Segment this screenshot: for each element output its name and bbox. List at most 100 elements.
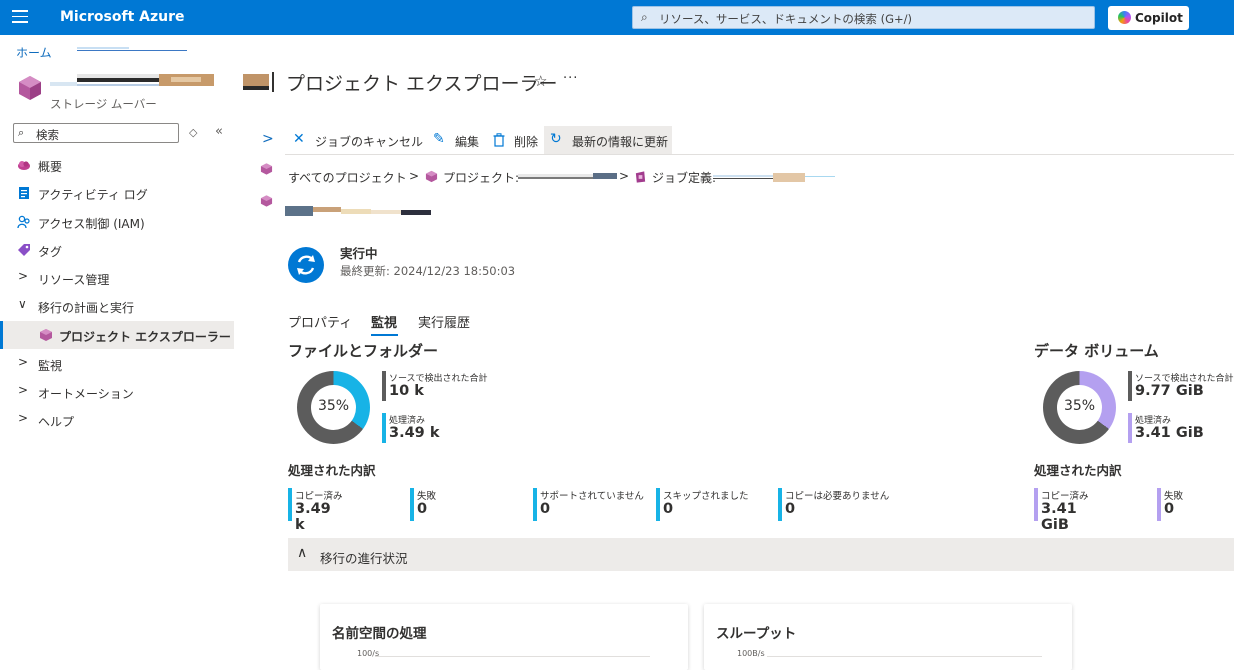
sidebar-item-label: ヘルプ	[38, 415, 75, 429]
volume-detected-metric: ソースで検出された合計 9.77 GiB	[1128, 371, 1234, 403]
cancel-job-button[interactable]: ✕ ジョブのキャンセル	[287, 126, 427, 154]
job-cube-icon[interactable]	[260, 194, 273, 208]
breadcrumb-project[interactable]: プロジェクト:	[443, 169, 519, 186]
breakdown-value: 3.49 k	[295, 501, 331, 533]
breakdown-value: 0	[663, 501, 674, 517]
global-search-input[interactable]: ⌕ リソース、サービス、ドキュメントの検索 (G+/)	[632, 6, 1095, 29]
page-title: プロジェクト エクスプローラー	[286, 73, 558, 95]
log-icon	[19, 187, 29, 199]
files-section-title: ファイルとフォルダー	[288, 342, 439, 360]
refresh-button[interactable]: ↻ 最新の情報に更新	[544, 126, 672, 154]
chevron-down-icon: ∨	[18, 297, 27, 311]
storage-mover-icon	[19, 76, 41, 100]
pencil-icon: ✎	[433, 131, 445, 147]
sidebar-item-label: オートメーション	[38, 387, 134, 401]
volume-processed-value: 3.41 GiB	[1135, 425, 1204, 441]
tab-run-history[interactable]: 実行履歴	[418, 312, 470, 331]
brand-title[interactable]: Microsoft Azure	[60, 9, 185, 25]
files-processed-value: 3.49 k	[389, 425, 440, 441]
chevron-right-icon: >	[18, 269, 29, 283]
edit-label: 編集	[455, 135, 480, 149]
sidebar-item-monitoring[interactable]: > 監視	[0, 350, 234, 378]
files-detected-metric: ソースで検出された合計 10 k	[382, 371, 512, 403]
gridline	[767, 656, 1042, 657]
volume-donut-chart: 35%	[1043, 371, 1116, 444]
migration-progress-toggle[interactable]: ∧ 移行の進行状況	[288, 538, 1234, 571]
people-icon	[17, 215, 30, 229]
breadcrumb-separator-icon: >	[409, 169, 420, 183]
copilot-button[interactable]: Copilot	[1108, 6, 1189, 30]
refresh-label: 最新の情報に更新	[572, 135, 669, 149]
breakdown-label: サポートされていません	[540, 491, 644, 502]
favorite-star-icon[interactable]: ☆	[534, 72, 547, 90]
breakdown-value: 0	[1164, 501, 1175, 517]
sidebar-item-label: 概要	[38, 160, 63, 174]
breadcrumb-home[interactable]: ホーム	[16, 44, 52, 61]
breadcrumb-all-projects[interactable]: すべてのプロジェクト	[288, 169, 407, 186]
breakdown-label: コピー済み	[295, 491, 343, 502]
sidebar-item-project-explorer[interactable]: プロジェクト エクスプローラー	[0, 321, 234, 349]
sidebar-item-label: 移行の計画と実行	[38, 301, 135, 315]
chevron-right-icon: >	[18, 383, 29, 397]
global-search-placeholder: リソース、サービス、ドキュメントの検索 (G+/)	[659, 12, 912, 26]
files-detected-value: 10 k	[389, 383, 424, 399]
volume-breakdown-title: 処理された内訳	[1034, 463, 1122, 478]
tab-properties[interactable]: プロパティ	[288, 312, 352, 331]
edit-button[interactable]: ✎ 編集	[427, 126, 485, 154]
refresh-icon: ↻	[550, 131, 562, 147]
copilot-label: Copilot	[1135, 11, 1183, 25]
resource-type: ストレージ ムーバー	[50, 97, 157, 111]
active-tab-indicator	[371, 334, 398, 336]
more-options-icon[interactable]: ···	[563, 71, 578, 86]
menu-icon[interactable]	[12, 10, 28, 24]
search-icon: ⌕	[641, 10, 648, 24]
sidebar-item-resource-management[interactable]: > リソース管理	[0, 264, 234, 292]
sidebar-item-label: タグ	[38, 245, 63, 259]
sidebar-item-tags[interactable]: タグ	[0, 236, 234, 264]
volume-section-title: データ ボリューム	[1034, 342, 1159, 360]
status-last-updated: 最終更新: 2024/12/23 18:50:03	[340, 264, 516, 278]
project-cube-icon[interactable]	[260, 162, 273, 176]
breadcrumb-job-definition[interactable]: ジョブ定義:	[652, 169, 716, 186]
breakdown-label: 失敗	[417, 491, 437, 502]
active-indicator	[0, 321, 3, 349]
sidebar-item-label: アクセス制御 (IAM)	[38, 217, 145, 231]
sidebar-item-activity-log[interactable]: アクティビティ ログ	[0, 179, 234, 207]
sidebar-search-input[interactable]: ⌕ 検索	[13, 123, 179, 143]
tab-monitoring[interactable]: 監視	[371, 312, 397, 331]
delete-button[interactable]: 削除	[487, 126, 543, 154]
sidebar-search-placeholder: 検索	[36, 128, 59, 142]
running-status-icon	[288, 247, 324, 283]
sidebar-item-migration-planning[interactable]: ∨ 移行の計画と実行	[0, 292, 234, 320]
expand-blade-icon[interactable]: >	[262, 131, 274, 147]
card-title: スループット	[716, 626, 797, 642]
files-donut-chart: 35%	[297, 371, 370, 444]
breakdown-value: 0	[540, 501, 551, 517]
sidebar-item-label: 監視	[38, 359, 63, 373]
project-icon	[425, 170, 438, 183]
breakdown-value: 3.41 GiB	[1041, 501, 1077, 533]
cloud-icon	[18, 161, 30, 170]
breakdown-label: コピーは必要ありません	[785, 491, 890, 502]
gridline	[375, 656, 650, 657]
namespace-processing-card: 名前空間の処理 100/s	[320, 604, 688, 670]
collapse-sidebar-icon[interactable]: «	[215, 124, 223, 139]
sidebar-item-label: プロジェクト エクスプローラー	[59, 330, 231, 344]
sidebar-item-help[interactable]: > ヘルプ	[0, 406, 234, 434]
sidebar-item-automation[interactable]: > オートメーション	[0, 378, 234, 406]
throughput-card: スループット 100B/s	[704, 604, 1072, 670]
trash-icon	[493, 133, 505, 147]
copilot-icon	[1118, 11, 1131, 24]
sidebar-item-overview[interactable]: 概要	[0, 151, 234, 179]
cancel-job-label: ジョブのキャンセル	[315, 135, 424, 149]
top-bar: Microsoft Azure ⌕ リソース、サービス、ドキュメントの検索 (G…	[0, 0, 1234, 35]
sidebar-item-iam[interactable]: アクセス制御 (IAM)	[0, 208, 234, 236]
filter-icon[interactable]: ◇	[189, 126, 197, 139]
breakdown-value: 0	[785, 501, 796, 517]
delete-label: 削除	[514, 135, 539, 149]
volume-donut-percent: 35%	[1063, 398, 1096, 414]
toolbar-divider	[285, 154, 1234, 155]
chevron-up-icon: ∧	[297, 545, 308, 561]
breadcrumb-separator-icon: >	[619, 169, 630, 183]
volume-processed-metric: 処理済み 3.41 GiB	[1128, 413, 1234, 445]
